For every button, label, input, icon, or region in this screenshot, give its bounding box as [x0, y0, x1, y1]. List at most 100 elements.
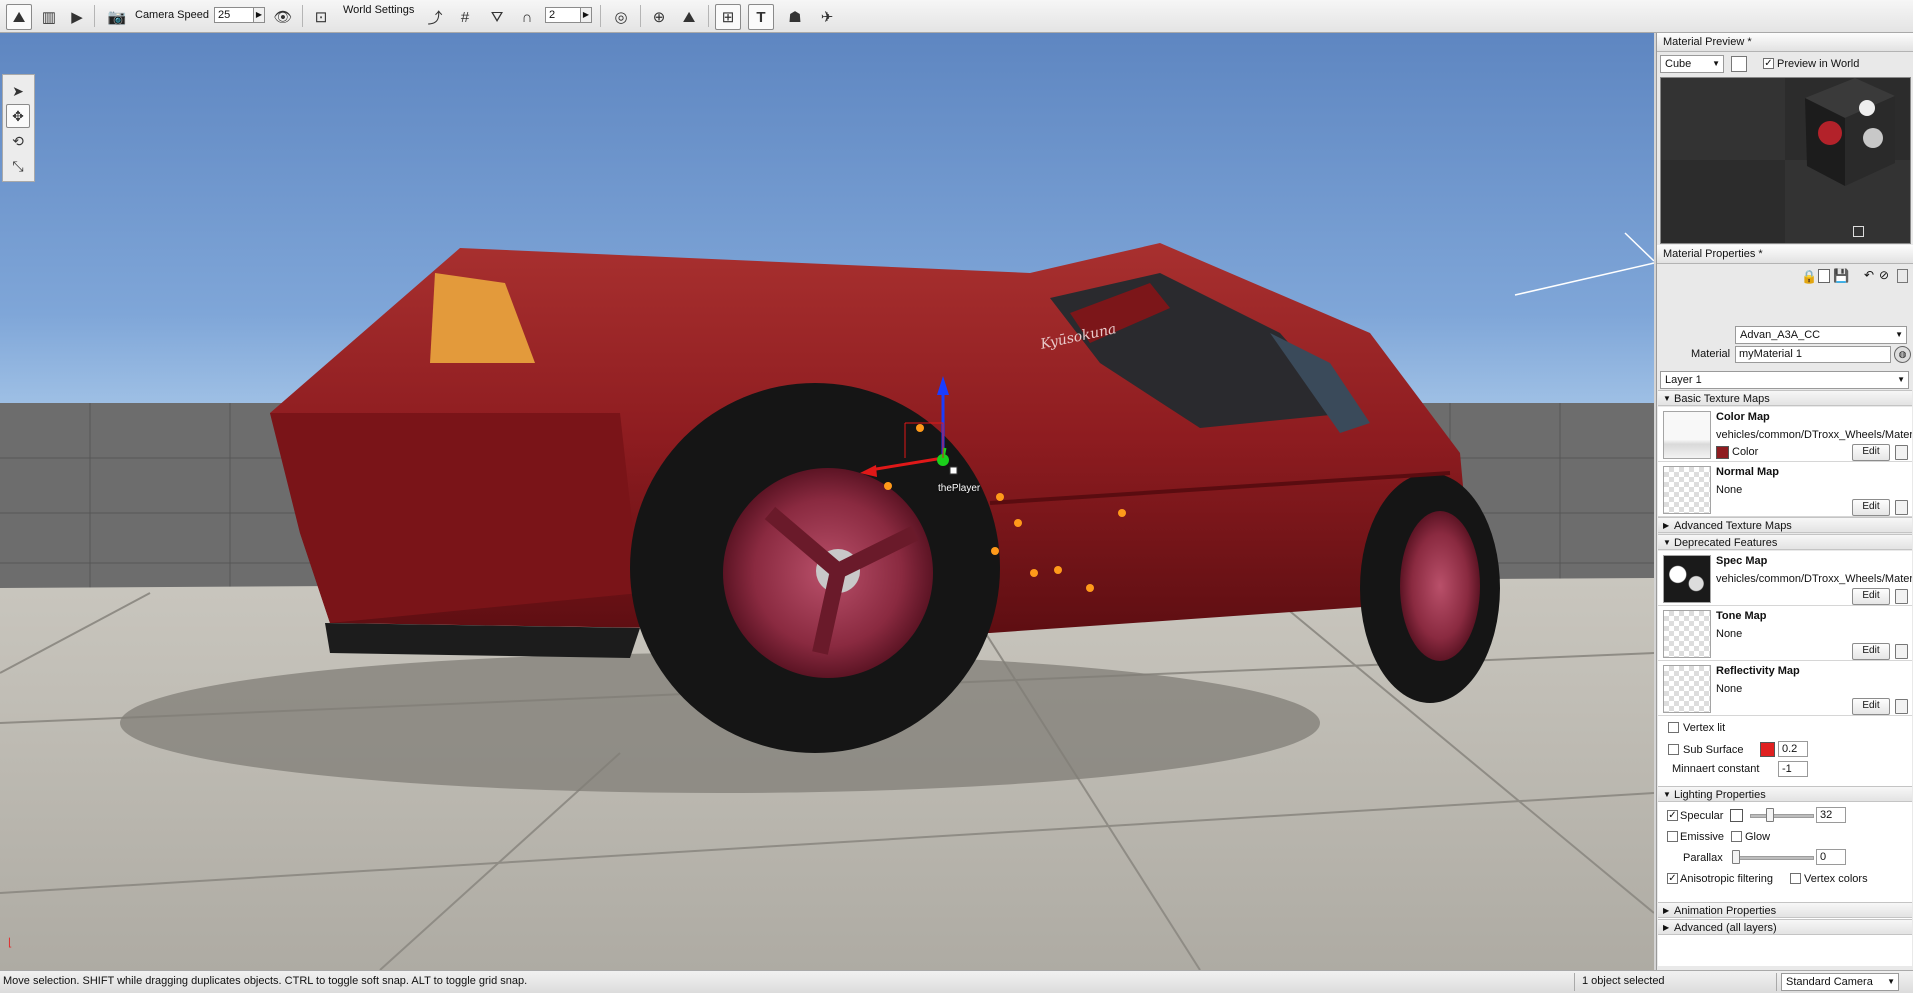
layer-select[interactable]: Layer 1 ▼: [1660, 371, 1909, 389]
rotate-tool-icon[interactable]: ⟲: [6, 129, 30, 153]
sub-surface-input[interactable]: 0.2: [1778, 741, 1808, 757]
minnaert-input[interactable]: -1: [1778, 761, 1808, 777]
layout-icon[interactable]: ▥: [36, 4, 62, 30]
delete-material-icon[interactable]: [1897, 269, 1908, 283]
grid-size-input[interactable]: 2: [545, 7, 581, 23]
visibility-eye-icon[interactable]: 👁: [270, 4, 296, 30]
reflectivity-map-block: Reflectivity Map None Edit: [1658, 661, 1912, 716]
parallax-input[interactable]: 0: [1816, 849, 1846, 865]
preview-expand-icon[interactable]: [1853, 226, 1864, 237]
grid-size-increase-button[interactable]: ▶: [580, 7, 592, 23]
lock-icon[interactable]: 🔒: [1801, 269, 1817, 285]
world-settings-button[interactable]: World Settings: [343, 4, 414, 16]
advanced-texture-maps-header[interactable]: ▶ Advanced Texture Maps: [1658, 517, 1912, 533]
spec-map-thumbnail[interactable]: [1663, 555, 1711, 603]
camera-mode-select[interactable]: Standard Camera ▼: [1781, 973, 1899, 991]
material-editor-panel: Material Preview * Cube ▼ ✓ Preview in Wo…: [1656, 33, 1913, 970]
material-name-select[interactable]: Advan_A3A_CC ▼: [1735, 326, 1907, 344]
preview-in-world-checkbox[interactable]: ✓: [1763, 58, 1774, 69]
select-arrow-icon[interactable]: ➤: [6, 79, 30, 103]
camera-speed-input[interactable]: 25: [214, 7, 254, 23]
snap-terrain-icon[interactable]: ⤴: [422, 4, 448, 30]
spec-map-title: Spec Map: [1716, 555, 1768, 567]
terrain-snap-icon[interactable]: ⛛: [484, 4, 510, 30]
reflectivity-map-path: None: [1716, 683, 1743, 695]
tone-map-edit-button[interactable]: Edit: [1852, 643, 1890, 660]
parallax-slider[interactable]: [1732, 856, 1814, 860]
sub-surface-color-swatch[interactable]: [1760, 742, 1775, 757]
normal-map-trash-icon[interactable]: [1895, 500, 1908, 515]
new-material-icon[interactable]: [1818, 269, 1830, 283]
material-preview-render[interactable]: [1660, 77, 1911, 244]
material-preview-title: Material Preview *: [1657, 33, 1913, 52]
material-properties-title: Material Properties *: [1657, 245, 1913, 264]
color-swatch[interactable]: [1716, 446, 1729, 459]
tone-map-title: Tone Map: [1716, 610, 1767, 622]
glow-checkbox[interactable]: [1731, 831, 1742, 842]
specular-color-swatch[interactable]: [1730, 809, 1743, 822]
color-map-edit-button[interactable]: Edit: [1852, 444, 1890, 461]
spec-map-block: Spec Map vehicles/common/DTroxx_Wheels/M…: [1658, 551, 1912, 606]
play-icon[interactable]: ▶: [64, 4, 90, 30]
normal-map-title: Normal Map: [1716, 466, 1779, 478]
specular-slider[interactable]: [1750, 814, 1814, 818]
bounds-center-icon[interactable]: ⊕: [646, 4, 672, 30]
camera-icon[interactable]: 📷: [104, 4, 130, 30]
color-map-thumbnail[interactable]: [1663, 411, 1711, 459]
revert-icon[interactable]: ↶: [1864, 268, 1874, 282]
ghost-icon[interactable]: ☗: [782, 4, 808, 30]
vertex-colors-label: Vertex colors: [1804, 873, 1868, 885]
clear-icon[interactable]: ⊘: [1879, 268, 1889, 282]
color-map-title: Color Map: [1716, 411, 1770, 423]
tone-map-thumbnail[interactable]: [1663, 610, 1711, 658]
specular-slider-thumb[interactable]: [1766, 808, 1774, 822]
emissive-checkbox[interactable]: [1667, 831, 1678, 842]
basic-texture-maps-header[interactable]: ▼ Basic Texture Maps: [1658, 390, 1912, 406]
color-map-trash-icon[interactable]: [1895, 445, 1908, 460]
grid-snap-icon[interactable]: #: [452, 4, 478, 30]
preview-shape-select[interactable]: Cube ▼: [1660, 55, 1724, 73]
normal-map-thumbnail[interactable]: [1663, 466, 1711, 514]
reflectivity-map-edit-button[interactable]: Edit: [1852, 698, 1890, 715]
specular-input[interactable]: 32: [1816, 807, 1846, 823]
normal-map-edit-button[interactable]: Edit: [1852, 499, 1890, 516]
scene-viewport[interactable]: thePlayer Kyūsokuna ⌊: [0, 33, 1654, 970]
minnaert-label: Minnaert constant: [1672, 763, 1760, 775]
text-label-icon[interactable]: T: [748, 4, 774, 30]
save-icon[interactable]: 💾: [1833, 268, 1849, 284]
camera-speed-increase-button[interactable]: ▶: [253, 7, 265, 23]
emissive-label: Emissive: [1680, 831, 1725, 843]
camera-speed-label: Camera Speed: [135, 9, 209, 21]
spec-map-trash-icon[interactable]: [1895, 589, 1908, 604]
world-editor-icon[interactable]: ⛰: [6, 4, 32, 30]
vertex-lit-checkbox[interactable]: [1668, 722, 1679, 733]
magnet-snap-icon[interactable]: ∩: [514, 4, 540, 30]
deprecated-features-header[interactable]: ▼ Deprecated Features: [1658, 534, 1912, 550]
sub-surface-checkbox[interactable]: [1668, 744, 1679, 755]
parallax-label: Parallax: [1683, 852, 1723, 864]
vertex-colors-checkbox[interactable]: [1790, 873, 1801, 884]
move-tool-icon[interactable]: ✥: [6, 104, 30, 128]
object-box-icon[interactable]: ⊞: [715, 4, 741, 30]
material-globe-icon[interactable]: ◍: [1894, 346, 1911, 363]
animation-properties-header[interactable]: ▶ Animation Properties: [1658, 902, 1912, 918]
parallax-slider-thumb[interactable]: [1732, 850, 1740, 864]
lighting-properties-header[interactable]: ▼ Lighting Properties: [1658, 786, 1912, 802]
scale-tool-icon[interactable]: ⤡: [6, 154, 30, 178]
terrain-align-icon[interactable]: ⛰: [676, 4, 702, 30]
tone-map-trash-icon[interactable]: [1895, 644, 1908, 659]
advanced-all-layers-header[interactable]: ▶ Advanced (all layers): [1658, 919, 1912, 935]
material-name-input[interactable]: myMaterial 1: [1735, 346, 1891, 363]
anisotropic-label: Anisotropic filtering: [1680, 873, 1773, 885]
specular-checkbox[interactable]: ✓: [1667, 810, 1678, 821]
object-snap-icon[interactable]: ◎: [608, 4, 634, 30]
spec-map-edit-button[interactable]: Edit: [1852, 588, 1890, 605]
fit-view-icon[interactable]: ⊡: [308, 4, 334, 30]
reflectivity-map-trash-icon[interactable]: [1895, 699, 1908, 714]
reflectivity-map-thumbnail[interactable]: [1663, 665, 1711, 713]
anisotropic-checkbox[interactable]: ✓: [1667, 873, 1678, 884]
preview-background-icon[interactable]: [1731, 56, 1747, 72]
fly-camera-icon[interactable]: ✈: [814, 4, 840, 30]
color-map-path: vehicles/common/DTroxx_Wheels/Materials: [1716, 429, 1912, 441]
selected-object-label: thePlayer: [938, 483, 981, 494]
